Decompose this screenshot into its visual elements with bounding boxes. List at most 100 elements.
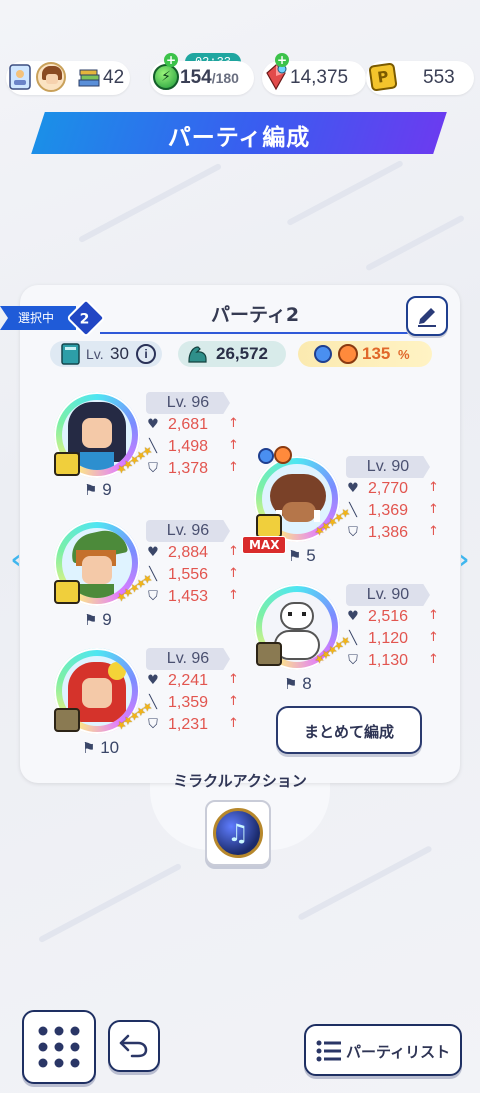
up-arrow-icon: ↑: [228, 460, 239, 475]
gems-value: 14,375: [290, 67, 349, 88]
atk-stat: ╲ 1,556 ↑: [146, 566, 239, 586]
party-level-chip: Lv. 30 i: [50, 341, 162, 367]
rank-value: 42: [103, 67, 125, 88]
shield-icon: ⛉: [348, 653, 358, 668]
stamina-pill[interactable]: ⚡ + 154/180: [150, 53, 254, 95]
selected-number: 2: [79, 311, 90, 328]
level-tag: Lv. 90: [346, 584, 430, 606]
grid-dots-icon: [38, 1026, 80, 1068]
stamina-max: /180: [211, 70, 239, 86]
flag-count-value: 9: [102, 480, 112, 499]
muscle-icon: [188, 346, 207, 363]
shield-icon: ⛉: [148, 589, 158, 604]
player-card-icon: [9, 64, 31, 90]
profile-rank-pill[interactable]: 42: [6, 61, 130, 95]
next-party-arrow[interactable]: ›: [452, 546, 476, 574]
sword-icon: ╲: [349, 503, 357, 518]
atk-stat: ╲ 1,369 ↑: [346, 502, 439, 522]
background-streak: [365, 214, 465, 272]
def-value: 1,378: [168, 460, 209, 477]
avatar[interactable]: [36, 62, 66, 92]
back-button[interactable]: [108, 1020, 160, 1072]
up-arrow-icon: ↑: [228, 694, 239, 709]
atk-stat: ╲ 1,498 ↑: [146, 438, 239, 458]
def-value: 1,453: [168, 588, 209, 605]
orange-medal-icon: [274, 446, 292, 464]
hp-value: 2,884: [168, 544, 209, 561]
character-slot-3[interactable]: ★★★★★ ⚑ 10: [54, 648, 154, 757]
pencil-icon: [418, 308, 436, 327]
party-list-button[interactable]: パーティリスト: [304, 1024, 462, 1076]
character-slot-5[interactable]: ★★★★★ ⚑ 8: [254, 584, 354, 693]
flag-count: ⚑ 5: [288, 546, 316, 565]
shield-icon: ⛉: [148, 461, 158, 476]
title-banner: パーティ編成: [30, 112, 448, 154]
hp-value: 2,516: [368, 608, 409, 625]
edit-party-name-button[interactable]: [406, 296, 448, 336]
up-arrow-icon: ↑: [428, 524, 439, 539]
atk-value: 1,369: [368, 502, 409, 519]
flag-count: ⚑ 9: [84, 610, 112, 629]
music-note-icon: ♫: [213, 808, 263, 858]
up-arrow-icon: ↑: [428, 630, 439, 645]
menu-grid-button[interactable]: [22, 1010, 96, 1084]
def-value: 1,386: [368, 524, 409, 541]
stamina-current: 154: [180, 67, 212, 88]
up-arrow-icon: ↑: [228, 566, 239, 581]
def-value: 1,130: [368, 652, 409, 669]
hp-value: 2,241: [168, 672, 209, 689]
max-badge: MAX: [242, 536, 287, 554]
atk-stat: ╲ 1,359 ↑: [146, 694, 239, 714]
up-arrow-icon: ↑: [228, 588, 239, 603]
up-arrow-icon: ↑: [428, 502, 439, 517]
list-icon: [316, 1040, 341, 1062]
character-slot-4[interactable]: ★★★★★ MAX ⚑ 5: [242, 446, 354, 565]
up-arrow-icon: ↑: [228, 438, 239, 453]
prev-party-arrow[interactable]: ‹: [4, 546, 28, 574]
bonus-value: 135: [362, 344, 391, 363]
gems-pill[interactable]: + 14,375: [262, 53, 366, 95]
background-streak: [37, 862, 183, 944]
flag-count: ⚑ 9: [84, 480, 112, 499]
gem-icon: [266, 64, 287, 91]
character-slot-2[interactable]: ★★★★★ ⚑ 9: [54, 520, 154, 629]
def-stat: ⛉ 1,378 ↑: [146, 460, 239, 480]
atk-value: 1,498: [168, 438, 209, 455]
page-title: パーティ編成: [167, 125, 311, 151]
hp-stat: ♥ 2,516 ↑: [346, 608, 439, 628]
blue-medal-icon: [314, 345, 332, 363]
up-arrow-icon: ↑: [228, 544, 239, 559]
sword-icon: ╲: [149, 695, 157, 710]
rank-books-icon: [78, 69, 100, 87]
shield-icon: ⛉: [148, 717, 158, 732]
character-slot-1[interactable]: ★★★★★ ⚑ 9: [54, 392, 154, 499]
hp-stat: ♥ 2,681 ↑: [146, 416, 239, 436]
def-stat: ⛉ 1,231 ↑: [146, 716, 239, 736]
heart-icon: ♥: [147, 417, 159, 432]
shield-icon: ⛉: [348, 525, 358, 540]
heart-icon: ♥: [147, 545, 159, 560]
stamina-plus-icon[interactable]: +: [164, 53, 178, 67]
level-tag: Lv. 90: [346, 456, 430, 478]
flag-count-value: 8: [302, 674, 312, 693]
orange-medal-icon: [338, 344, 358, 364]
hp-value: 2,770: [368, 480, 409, 497]
miracle-action-label: ミラクルアクション: [173, 772, 307, 790]
info-icon[interactable]: i: [136, 344, 156, 364]
level-tag: Lv. 96: [146, 392, 230, 414]
party-divider: [100, 332, 440, 334]
party-level-prefix: Lv.: [86, 346, 104, 362]
blue-medal-icon: [258, 448, 274, 464]
stamina-value: 154/180: [180, 67, 239, 89]
up-arrow-icon: ↑: [428, 652, 439, 667]
coins-pill[interactable]: P 553: [366, 61, 474, 95]
bronze-chest-icon: [54, 708, 80, 732]
stamina-icon: ⚡: [153, 64, 179, 90]
gems-plus-icon[interactable]: +: [275, 53, 289, 67]
miracle-action-button[interactable]: ♫: [205, 800, 271, 866]
up-arrow-icon: ↑: [428, 608, 439, 623]
gold-chest-icon: [256, 514, 282, 538]
bonus-unit: %: [398, 347, 410, 362]
bulk-form-button[interactable]: まとめて編成: [276, 706, 422, 754]
up-arrow-icon: ↑: [228, 416, 239, 431]
